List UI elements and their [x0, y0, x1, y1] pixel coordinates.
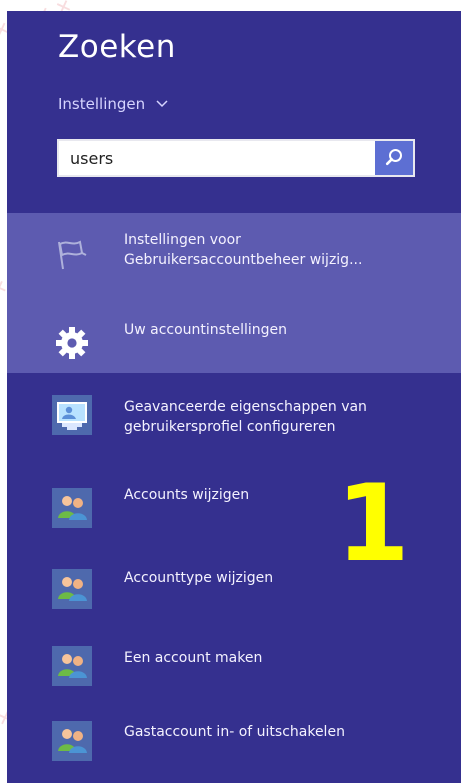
- search-icon: [383, 147, 405, 169]
- search-scope-dropdown[interactable]: Instellingen: [58, 95, 168, 113]
- users-icon: [52, 488, 92, 528]
- users-icon: [52, 569, 92, 609]
- search-result-uac-settings[interactable]: Instellingen voor Gebruikersaccountbehee…: [7, 213, 461, 295]
- computer-profile-icon: [52, 395, 92, 435]
- search-result-user-profile-advanced[interactable]: Geavanceerde eigenschappen van gebruiker…: [7, 385, 461, 455]
- result-label: Instellingen voor Gebruikersaccountbehee…: [124, 232, 363, 268]
- search-result-create-account[interactable]: Een account maken: [7, 633, 461, 703]
- screenshot-page: ✕ ✕ ✕ ✕ ✕ ✕ ✕ ✕ ✕ ✕ ✕ ✕ ✕ ✕ ✕ ✕ Zoeken I…: [0, 0, 461, 783]
- page-title: Zoeken: [58, 29, 176, 65]
- search-charm-panel: Zoeken Instellingen users Instellingen v…: [7, 11, 461, 783]
- flag-icon: [52, 235, 92, 275]
- users-icon: [52, 646, 92, 686]
- search-button[interactable]: [375, 141, 413, 175]
- search-scope-label: Instellingen: [58, 95, 146, 113]
- search-result-change-account-type[interactable]: Accounttype wijzigen: [7, 553, 461, 623]
- result-label: Accounts wijzigen: [124, 487, 250, 503]
- chevron-down-icon: [156, 100, 168, 111]
- result-label: Geavanceerde eigenschappen van gebruiker…: [124, 399, 367, 435]
- search-box: [57, 139, 415, 177]
- result-label: Accounttype wijzigen: [124, 570, 274, 586]
- gear-icon: [52, 323, 92, 363]
- result-label: Gastaccount in- of uitschakelen: [124, 724, 345, 740]
- result-label: Een account maken: [124, 650, 263, 666]
- search-input[interactable]: [59, 141, 380, 175]
- search-result-account-settings[interactable]: Uw accountinstellingen: [7, 295, 461, 373]
- result-label: Uw accountinstellingen: [124, 322, 287, 338]
- search-result-guest-account[interactable]: Gastaccount in- of uitschakelen: [7, 711, 461, 779]
- users-icon: [52, 721, 92, 761]
- search-result-change-accounts[interactable]: Accounts wijzigen: [7, 472, 461, 542]
